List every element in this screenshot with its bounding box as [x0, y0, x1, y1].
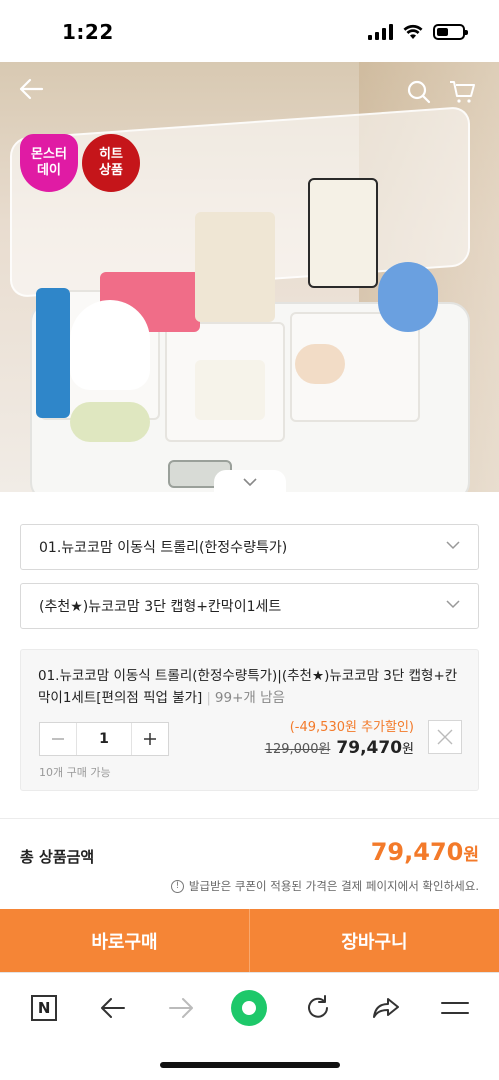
status-icons	[368, 24, 468, 40]
blue-tube-box	[36, 288, 70, 418]
back-arrow-icon[interactable]	[18, 78, 44, 100]
momoforest-box	[195, 360, 265, 420]
option-select-2[interactable]: (추천★)뉴코코맘 3단 캡형+칸막이1세트	[20, 583, 479, 629]
chevron-down-icon	[446, 541, 460, 550]
search-icon[interactable]	[407, 80, 431, 104]
chevron-down-icon	[243, 478, 257, 486]
original-price: 129,000원	[264, 742, 331, 757]
selected-option-name: 01.뉴코코맘 이동식 트롤리(한정수량특가)|(추천★)뉴코코맘 3단 캡형+…	[38, 668, 458, 706]
cellular-signal-icon	[368, 24, 393, 40]
purchase-limit: 10개 구매 가능	[39, 766, 111, 779]
arrow-left-icon	[100, 997, 125, 1018]
coupon-note-text: 발급받은 쿠폰이 적용된 가격은 결제 페이지에서 확인하세요.	[188, 879, 479, 893]
total-price: 79,470원	[371, 838, 479, 866]
option-final-price-value: 79,470	[336, 738, 403, 758]
selected-option-card: 01.뉴코코맘 이동식 트롤리(한정수량특가)|(추천★)뉴코코맘 3단 캡형+…	[20, 649, 479, 791]
divider	[0, 818, 499, 819]
remove-option-button[interactable]	[428, 720, 462, 754]
monster-day-badge-label: 몬스터 데이	[31, 147, 67, 178]
extra-discount: (-49,530원 추가할인)	[289, 720, 414, 735]
browser-forward-button[interactable]	[161, 988, 201, 1028]
browser-back-button[interactable]	[93, 988, 133, 1028]
pacifier	[295, 344, 345, 384]
coupon-note: ! 발급받은 쿠폰이 적용된 가격은 결제 페이지에서 확인하세요.	[170, 878, 479, 894]
browser-toolbar: N	[0, 972, 499, 1042]
option-final-price-unit: 원	[402, 742, 414, 757]
total-price-value: 79,470	[370, 838, 464, 866]
browser-menu-button[interactable]	[435, 988, 475, 1028]
book	[308, 178, 378, 288]
status-time: 1:22	[62, 20, 114, 44]
share-icon	[373, 997, 400, 1018]
arrow-right-icon	[169, 997, 194, 1018]
browser-share-button[interactable]	[366, 988, 406, 1028]
total-label: 총 상품금액	[20, 848, 95, 866]
buy-now-button[interactable]: 바로구매	[0, 909, 249, 972]
total-price-unit: 원	[463, 845, 479, 865]
green-dot-icon	[231, 989, 268, 1026]
option-select-1-value: 01.뉴코코맘 이동식 트롤리(한정수량특가)	[39, 540, 288, 556]
browser-home-button[interactable]	[229, 988, 269, 1028]
increase-quantity-button[interactable]	[132, 723, 168, 755]
hit-product-badge-label: 히트 상품	[99, 147, 123, 178]
cream-box	[195, 212, 275, 322]
menu-icon	[440, 1001, 469, 1014]
monster-day-badge: 몬스터 데이	[20, 134, 78, 192]
bunny-toy	[70, 300, 150, 390]
quantity-input[interactable]: 1	[76, 723, 132, 755]
add-to-cart-button[interactable]: 장바구니	[249, 909, 499, 972]
home-indicator[interactable]	[160, 1062, 340, 1068]
naver-home-button[interactable]: N	[24, 988, 64, 1028]
naver-n-icon: N	[31, 994, 58, 1021]
purchase-bar: 바로구매 장바구니	[0, 909, 499, 972]
option-select-2-value: (추천★)뉴코코맘 3단 캡형+칸막이1세트	[39, 599, 282, 615]
option-final-price: 79,470원	[336, 738, 414, 758]
price-line: 129,000원 79,470원	[265, 738, 414, 758]
close-icon	[437, 729, 453, 745]
chevron-down-icon	[446, 600, 460, 609]
quantity-stepper: 1	[39, 722, 169, 756]
wifi-icon	[403, 24, 423, 39]
product-image[interactable]: 몬스터 데이 히트 상품	[0, 62, 499, 492]
info-icon: !	[170, 879, 184, 893]
expand-toggle[interactable]	[214, 470, 286, 492]
browser-reload-button[interactable]	[298, 988, 338, 1028]
cart-icon[interactable]	[449, 80, 475, 104]
green-container	[70, 402, 150, 442]
hit-product-badge: 히트 상품	[82, 134, 140, 192]
status-bar: 1:22	[0, 0, 499, 62]
decrease-quantity-button[interactable]	[40, 723, 76, 755]
stock-remaining: 99+개 남음	[214, 689, 285, 706]
option-select-1[interactable]: 01.뉴코코맘 이동식 트롤리(한정수량특가)	[20, 524, 479, 570]
plus-icon	[144, 733, 156, 745]
blue-bear-toy	[378, 262, 438, 332]
battery-icon	[433, 24, 468, 40]
minus-icon	[52, 738, 64, 740]
refresh-icon	[307, 994, 328, 1018]
